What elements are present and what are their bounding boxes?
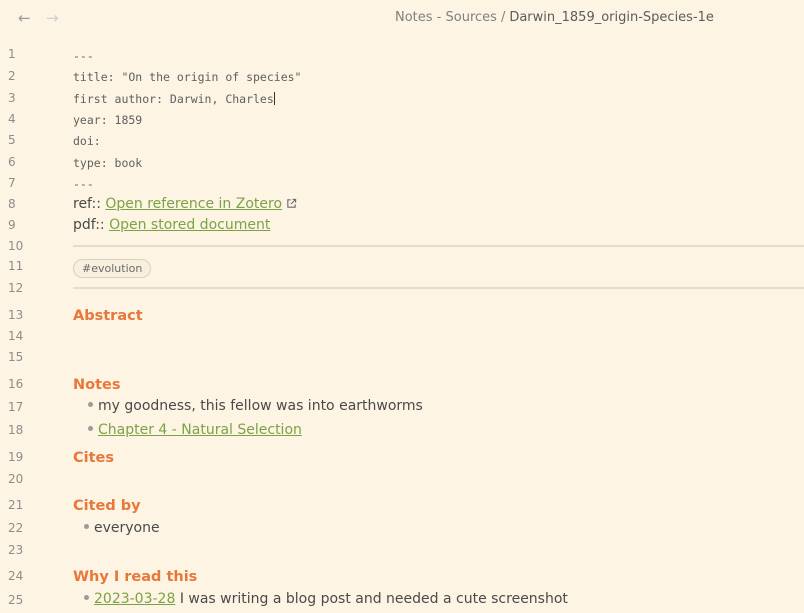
pdf-property: pdf:: Open stored document	[73, 217, 270, 233]
text-cursor	[273, 92, 275, 105]
line-number: 3	[8, 91, 16, 105]
stored-document-link[interactable]: Open stored document	[109, 217, 270, 233]
breadcrumb-folder[interactable]: Notes - Sources	[395, 10, 497, 25]
line-number: 23	[8, 543, 24, 557]
cited-by-text: everyone	[94, 520, 160, 536]
frontmatter-author-text: first author: Darwin, Charles	[73, 92, 274, 106]
frontmatter-year[interactable]: year: 1859	[73, 113, 142, 127]
line-number: 4	[8, 112, 16, 126]
line-number: 21	[8, 498, 24, 512]
line-number: 15	[8, 350, 24, 364]
breadcrumb: Notes - Sources / Darwin_1859_origin-Speci…	[395, 10, 714, 25]
title-bar: ← → Notes - Sources / Darwin_1859_origin-S…	[0, 0, 804, 36]
horizontal-rule	[73, 245, 804, 247]
frontmatter-close[interactable]: ---	[73, 177, 94, 191]
line-number: 1	[8, 47, 16, 61]
heading-cites[interactable]: Cites	[73, 450, 114, 466]
heading-notes[interactable]: Notes	[73, 377, 121, 393]
line-number: 25	[8, 593, 24, 607]
line-number: 22	[8, 521, 24, 535]
pdf-label: pdf::	[73, 217, 105, 233]
date-link[interactable]: 2023-03-28	[94, 591, 175, 607]
tag-evolution[interactable]: #evolution	[73, 259, 152, 278]
heading-abstract[interactable]: Abstract	[73, 308, 143, 324]
back-arrow-icon[interactable]: ←	[18, 9, 31, 27]
chapter-link[interactable]: Chapter 4 - Natural Selection	[98, 422, 302, 438]
why-text: I was writing a blog post and needed a c…	[179, 591, 568, 607]
line-number: 7	[8, 176, 16, 190]
breadcrumb-separator: /	[500, 10, 506, 25]
line-number: 12	[8, 281, 24, 295]
line-number: 11	[8, 259, 24, 273]
bullet-icon	[84, 595, 89, 600]
heading-cited-by[interactable]: Cited by	[73, 498, 141, 514]
line-number: 19	[8, 450, 24, 464]
line-number: 24	[8, 569, 24, 583]
line-number: 9	[8, 218, 16, 232]
line-number: 14	[8, 329, 24, 343]
note-text: my goodness, this fellow was into earthw…	[98, 398, 423, 414]
tag-line: #evolution	[73, 257, 152, 278]
line-number: 16	[8, 377, 24, 391]
ref-property: ref:: Open reference in Zotero	[73, 196, 297, 212]
heading-why-i-read-this[interactable]: Why I read this	[73, 569, 197, 585]
frontmatter-type[interactable]: type: book	[73, 156, 142, 170]
line-number: 20	[8, 472, 24, 486]
list-item[interactable]: Chapter 4 - Natural Selection	[88, 422, 302, 438]
horizontal-rule	[73, 287, 804, 289]
list-item[interactable]: 2023-03-28 I was writing a blog post and…	[84, 591, 568, 607]
breadcrumb-current-note[interactable]: Darwin_1859_origin-Species-1e	[509, 10, 714, 25]
frontmatter-open[interactable]: ---	[73, 49, 94, 63]
line-number: 18	[8, 423, 24, 437]
external-link-icon[interactable]	[286, 198, 297, 209]
frontmatter-doi[interactable]: doi:	[73, 134, 101, 148]
frontmatter-author[interactable]: first author: Darwin, Charles	[73, 92, 275, 106]
bullet-icon	[84, 524, 89, 529]
bullet-icon	[88, 402, 93, 407]
line-number: 17	[8, 400, 24, 414]
list-item[interactable]: my goodness, this fellow was into earthw…	[88, 398, 423, 414]
frontmatter-title[interactable]: title: "On the origin of species"	[73, 70, 301, 84]
line-number: 8	[8, 197, 16, 211]
list-item[interactable]: everyone	[84, 520, 160, 536]
bullet-icon	[88, 426, 93, 431]
zotero-link[interactable]: Open reference in Zotero	[105, 196, 282, 212]
line-number: 6	[8, 155, 16, 169]
line-number: 2	[8, 69, 16, 83]
line-number: 10	[8, 239, 24, 253]
line-number: 13	[8, 308, 24, 322]
line-number: 5	[8, 133, 16, 147]
forward-arrow-icon[interactable]: →	[46, 9, 59, 27]
ref-label: ref::	[73, 196, 101, 212]
